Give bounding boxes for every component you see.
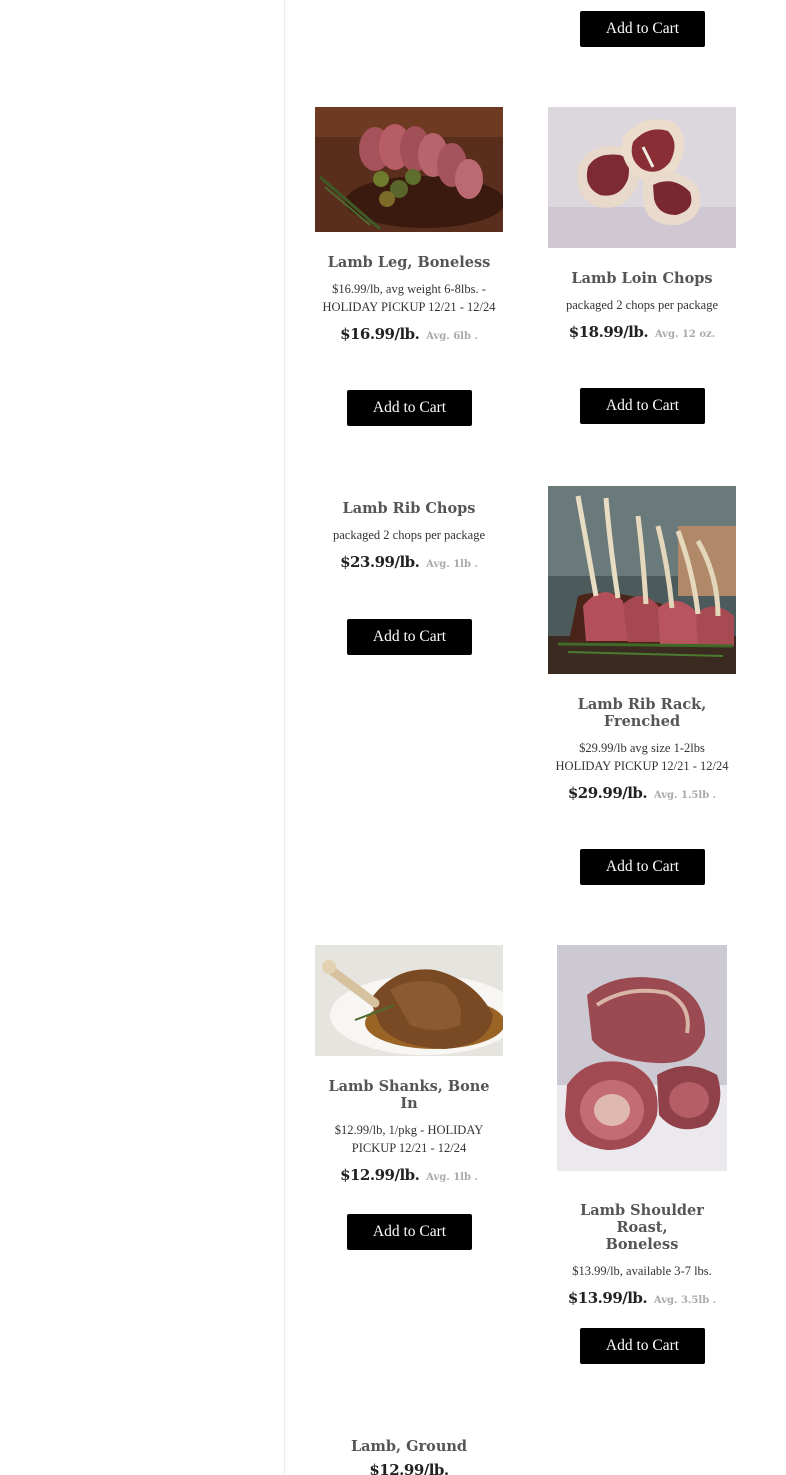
product-price: $13.99/lb. Avg. 3.5lb . xyxy=(567,1289,717,1307)
product-price: $12.99/lb. Avg. 1lb . xyxy=(340,1166,478,1184)
average-weight: Avg. 6lb . xyxy=(426,331,478,342)
product-name[interactable]: Lamb Shanks, Bone In xyxy=(321,1078,497,1112)
product-name[interactable]: Lamb, Ground xyxy=(321,1438,497,1455)
product-price: $18.99/lb. Avg. 12 oz. xyxy=(568,323,716,341)
add-to-cart-button[interactable]: Add to Cart xyxy=(347,390,472,426)
average-weight: Avg. 1lb . xyxy=(426,559,478,570)
product-price: $29.99/lb. Avg. 1.5lb . xyxy=(567,784,717,802)
product-description: packaged 2 chops per package xyxy=(565,298,718,312)
product-description: $16.99/lb, avg weight 6-8lbs. - HOLIDAY P… xyxy=(322,282,496,314)
lamb-shanks-image[interactable] xyxy=(315,945,503,1056)
product-description: $13.99/lb, available 3-7 lbs. xyxy=(572,1264,712,1278)
product-card-lamb-ground: Lamb, Ground $12.99/lb. xyxy=(315,1438,503,1475)
product-card-lamb-rib-chops: Lamb Rib Chops packaged 2 chops per pack… xyxy=(315,500,503,660)
product-description: $12.99/lb, 1/pkg - HOLIDAY PICKUP 12/21 -… xyxy=(334,1123,484,1155)
add-to-cart-button[interactable]: Add to Cart xyxy=(580,388,705,424)
product-price: $16.99/lb. Avg. 6lb . xyxy=(340,325,478,343)
add-to-cart-button[interactable]: Add to Cart xyxy=(347,619,472,655)
product-card-lamb-leg: Lamb Leg, Boneless $16.99/lb, avg weight… xyxy=(315,107,503,427)
product-card-lamb-shanks: Lamb Shanks, Bone In $12.99/lb, 1/pkg - … xyxy=(315,945,503,1255)
add-to-cart-button[interactable]: Add to Cart xyxy=(580,11,705,47)
product-description: packaged 2 chops per package xyxy=(332,528,485,542)
add-to-cart-button[interactable]: Add to Cart xyxy=(580,1328,705,1364)
lamb-leg-image[interactable] xyxy=(315,107,503,232)
left-sidebar xyxy=(0,0,285,1475)
lamb-rib-rack-image[interactable] xyxy=(548,486,736,674)
product-card-lamb-loin-chops: Lamb Loin Chops packaged 2 chops per pac… xyxy=(548,107,736,427)
product-card-lamb-shoulder-roast: Lamb Shoulder Roast, Boneless $13.99/lb, … xyxy=(548,945,736,1365)
product-name[interactable]: Lamb Shoulder Roast, Boneless xyxy=(554,1202,730,1253)
product-description: $29.99/lb avg size 1-2lbs HOLIDAY PICKUP … xyxy=(555,741,729,773)
average-weight: Avg. 1.5lb . xyxy=(653,790,717,801)
add-to-cart-button[interactable]: Add to Cart xyxy=(347,1214,472,1250)
average-weight: Avg. 3.5lb . xyxy=(653,1295,717,1306)
product-name[interactable]: Lamb Rib Rack, Frenched xyxy=(554,696,730,730)
lamb-loin-chops-image[interactable] xyxy=(548,107,736,248)
product-name[interactable]: Lamb Leg, Boneless xyxy=(321,254,497,271)
lamb-shoulder-roast-image[interactable] xyxy=(557,945,727,1171)
average-weight: Avg. 1lb . xyxy=(426,1172,478,1183)
product-price: $12.99/lb. xyxy=(369,1461,449,1475)
product-price: $23.99/lb. Avg. 1lb . xyxy=(340,553,478,571)
product-card-lamb-rib-rack: Lamb Rib Rack, Frenched $29.99/lb avg siz… xyxy=(548,486,736,886)
product-name[interactable]: Lamb Loin Chops xyxy=(554,270,730,287)
add-to-cart-button[interactable]: Add to Cart xyxy=(580,849,705,885)
average-weight: Avg. 12 oz. xyxy=(654,329,716,340)
product-name[interactable]: Lamb Rib Chops xyxy=(321,500,497,517)
